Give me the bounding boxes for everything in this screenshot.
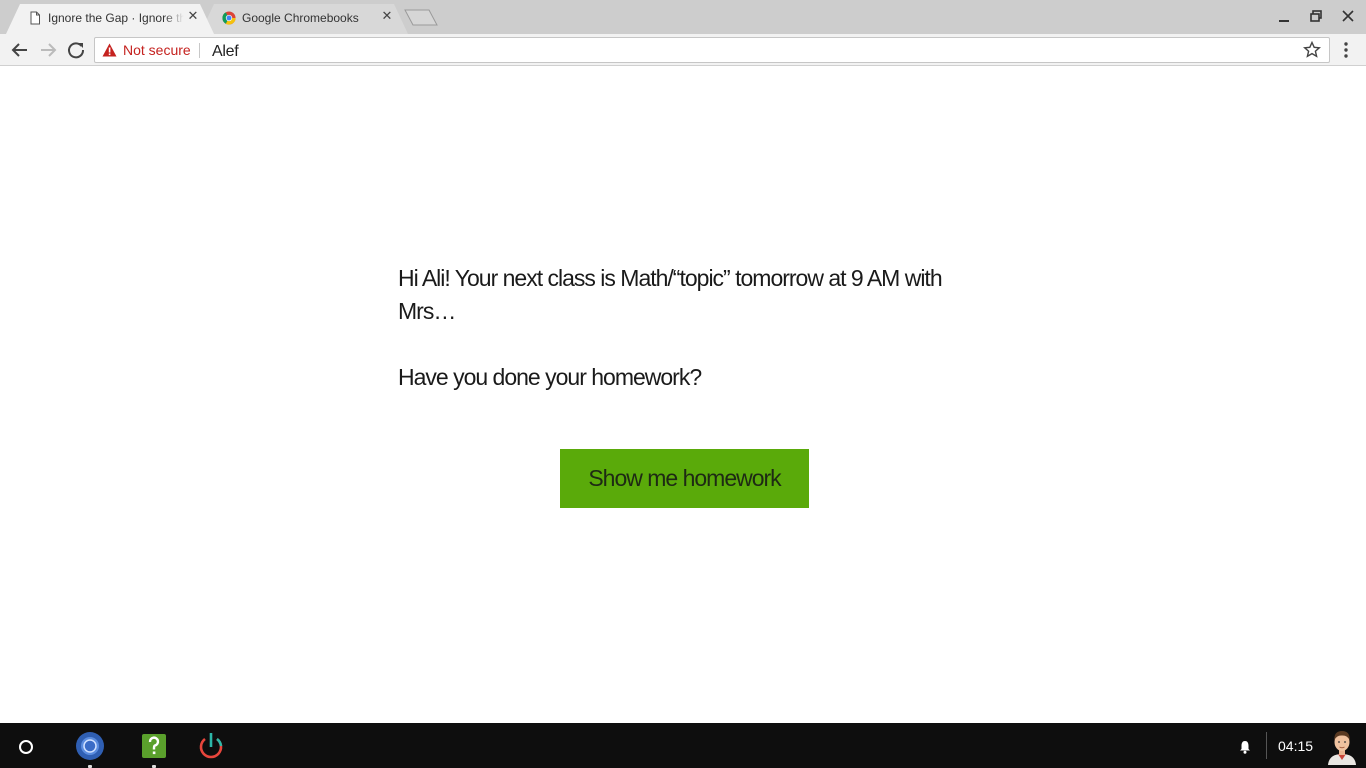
chrome-app-icon[interactable] — [75, 731, 105, 768]
warning-icon — [102, 43, 117, 57]
tray-divider — [1266, 732, 1267, 759]
tab-title: Google Chromebooks — [242, 11, 359, 25]
reload-icon[interactable] — [65, 39, 87, 61]
system-shelf: 04:15 — [0, 723, 1366, 768]
close-tab-icon[interactable]: ✕ — [186, 10, 200, 24]
notification-bell-icon[interactable] — [1239, 740, 1251, 754]
clock[interactable]: 04:15 — [1278, 738, 1313, 755]
more-menu-icon[interactable] — [1338, 39, 1354, 61]
app-power-icon — [199, 733, 223, 759]
page-icon — [30, 11, 40, 25]
user-avatar[interactable] — [1326, 727, 1358, 765]
minimize-icon[interactable] — [1273, 6, 1295, 26]
tab-google-chromebooks[interactable]: Google Chromebooks ✕ — [200, 4, 408, 34]
launcher-icon[interactable] — [19, 740, 33, 754]
help-icon — [142, 734, 166, 758]
chrome-icon — [222, 11, 236, 25]
help-app-icon[interactable] — [139, 731, 169, 768]
page-content: Hi Ali! Your next class is Math/“topic” … — [0, 67, 1366, 723]
close-tab-icon[interactable]: ✕ — [380, 10, 394, 24]
browser-toolbar: Not secure Alef — [0, 34, 1366, 66]
greeting-text: Hi Ali! Your next class is Math/“topic” … — [398, 265, 943, 324]
show-homework-button[interactable]: Show me homework — [560, 449, 809, 508]
forward-icon[interactable] — [37, 39, 59, 61]
power-app-icon[interactable] — [196, 731, 226, 761]
divider — [199, 43, 200, 58]
bookmark-star-icon[interactable] — [1303, 41, 1321, 59]
tab-ignore-the-gap[interactable]: Ignore the Gap · Ignore the Gap ✕ — [6, 4, 214, 34]
tab-strip: Google Chromebooks ✕ Ignore the Gap · Ig… — [0, 0, 1366, 34]
restore-icon[interactable] — [1305, 6, 1327, 26]
chrome-icon — [76, 732, 104, 760]
new-tab-button[interactable] — [404, 9, 438, 26]
security-status[interactable]: Not secure — [123, 42, 191, 59]
url-text[interactable]: Alef — [212, 42, 239, 62]
close-window-icon[interactable] — [1337, 6, 1359, 26]
back-icon[interactable] — [9, 39, 31, 61]
homework-question: Have you done your homework? — [398, 364, 702, 390]
address-bar[interactable]: Not secure Alef — [94, 37, 1330, 63]
tab-title: Ignore the Gap · Ignore the Gap — [48, 11, 184, 25]
